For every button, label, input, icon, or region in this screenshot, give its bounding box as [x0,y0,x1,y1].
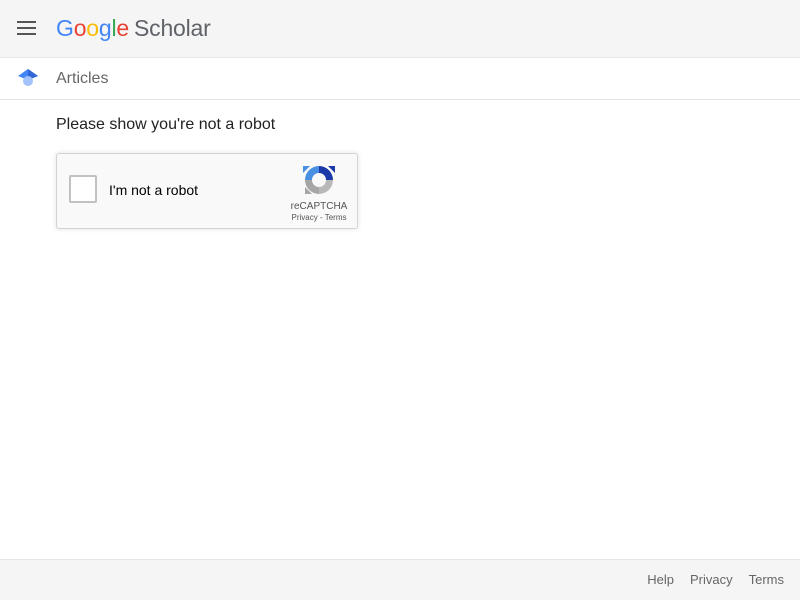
recaptcha-links: Privacy - Terms [279,213,359,223]
google-scholar-logo[interactable]: Google Scholar [56,13,211,43]
robot-check-prompt: Please show you're not a robot [56,116,276,133]
hamburger-menu-icon[interactable] [14,16,42,40]
section-title: Articles [56,70,109,87]
recaptcha-link-separator: - [317,213,325,222]
logo-letter: o [73,15,87,41]
recaptcha-terms-link[interactable]: Terms [325,213,347,222]
recaptcha-checkbox-label[interactable]: I'm not a robot [109,182,198,198]
menu-bar [17,27,36,29]
recaptcha-widget: I'm not a robot reCAPTCHA Privacy - Term… [56,153,358,229]
recaptcha-privacy-link[interactable]: Privacy [292,213,318,222]
logo-letter: g [98,15,112,41]
logo-letter: G [56,15,74,41]
page-footer: Help Privacy Terms [0,559,800,600]
footer-help-link[interactable]: Help [647,572,674,588]
menu-bar [17,21,36,23]
footer-privacy-link[interactable]: Privacy [690,572,733,588]
top-header: Google Scholar [0,0,800,58]
recaptcha-logo-icon [303,166,335,194]
menu-bar [17,33,36,35]
recaptcha-brand: reCAPTCHA [290,201,348,212]
footer-terms-link[interactable]: Terms [749,572,784,588]
scholar-captcha-page: Google Scholar Articles Please show you'r… [0,0,800,600]
logo-product-name: Scholar [134,15,211,41]
graduation-cap-icon [18,69,38,86]
section-bar [0,58,800,100]
recaptcha-checkbox[interactable] [69,175,97,203]
footer-links: Help Privacy Terms [647,572,784,588]
logo-letter: e [116,15,129,41]
logo-letter: o [86,15,99,41]
